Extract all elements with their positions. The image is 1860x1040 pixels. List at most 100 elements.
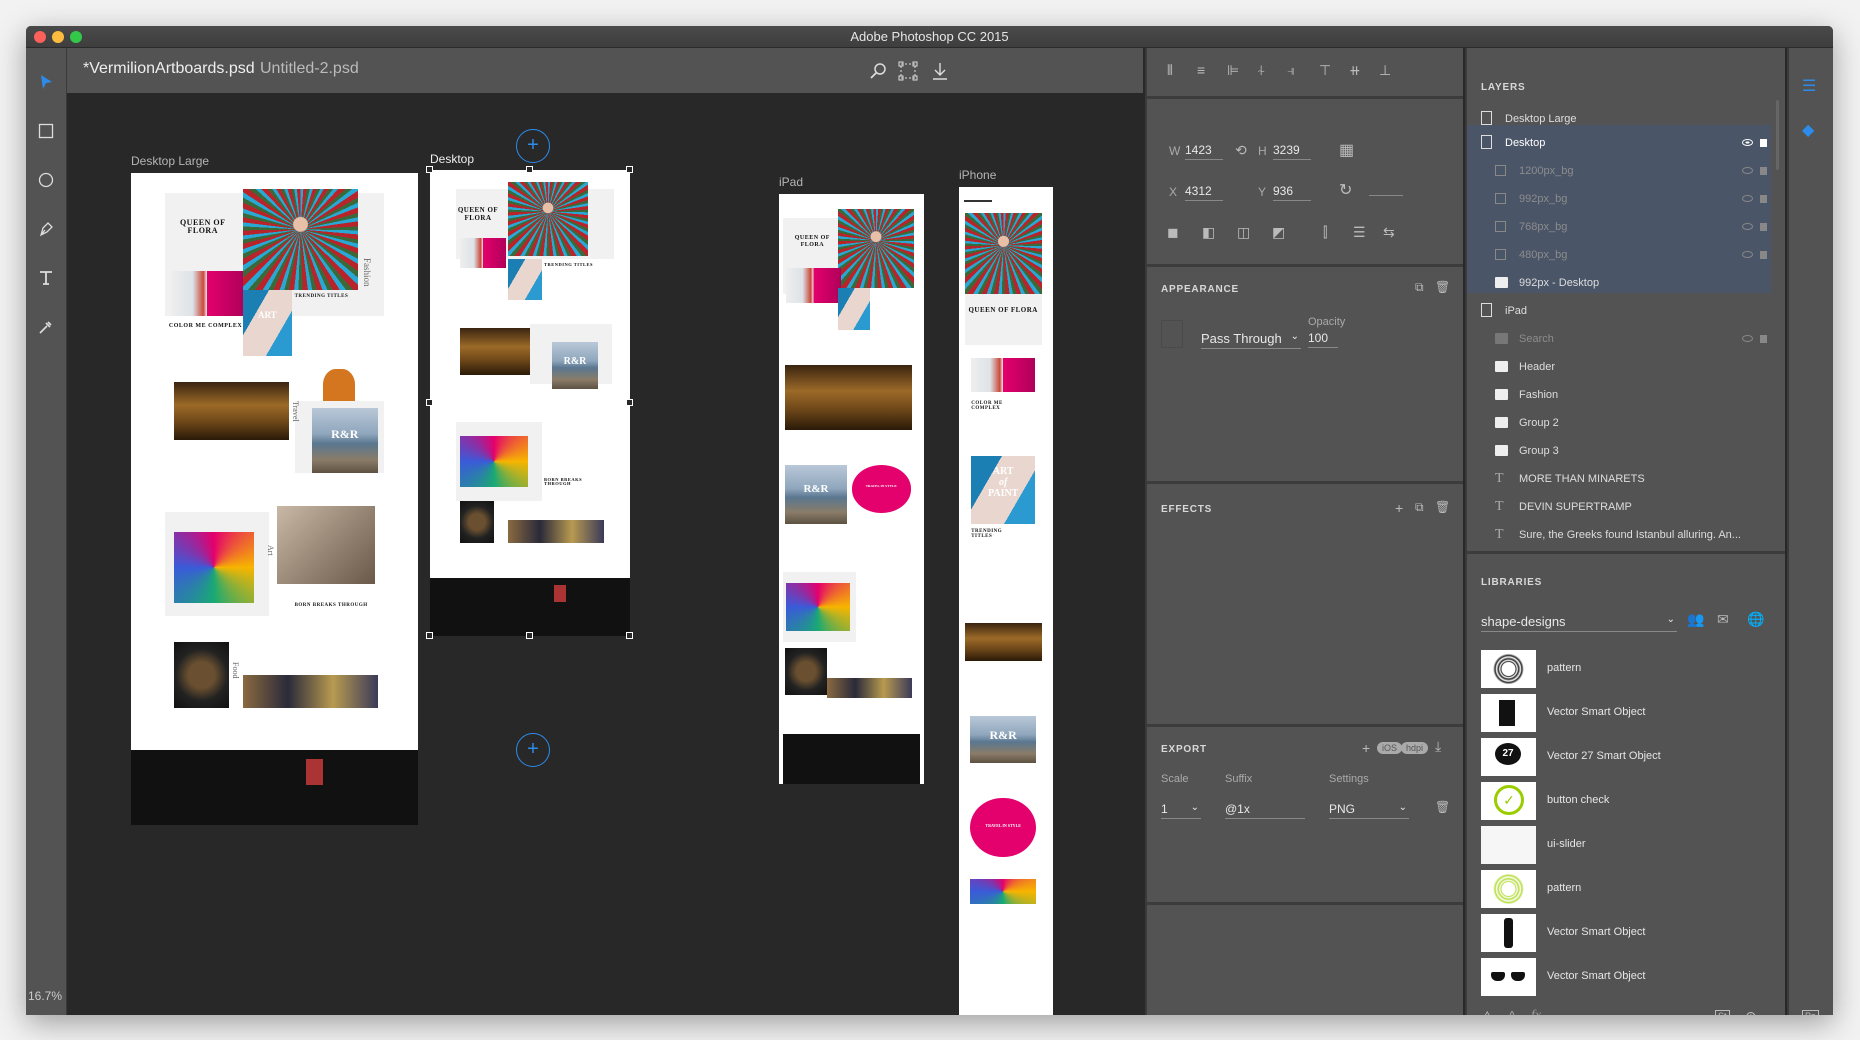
visibility-eye-icon[interactable]: [1742, 335, 1753, 342]
artboard-label-desktop-large[interactable]: Desktop Large: [131, 154, 209, 168]
resize-handle[interactable]: [426, 632, 433, 639]
pen-tool-icon[interactable]: [34, 217, 58, 241]
properties-panel-icon[interactable]: ☰: [1802, 76, 1816, 96]
adobe-stock-icon[interactable]: St: [1715, 1010, 1730, 1015]
suffix-field[interactable]: @1x: [1225, 802, 1305, 819]
artboard-desktop-large[interactable]: QUEEN OF FLORA COLOR ME COMPLEX ART TREN…: [131, 173, 418, 825]
align-bottom-icon[interactable]: ⊥: [1379, 62, 1391, 79]
resize-handle[interactable]: [426, 399, 433, 406]
align-right-icon[interactable]: ⫣: [1287, 62, 1295, 79]
ios-badge[interactable]: iOS: [1377, 742, 1402, 754]
layer-sure-the-greeks[interactable]: TSure, the Greeks found Istanbul allurin…: [1467, 521, 1771, 549]
opacity-field[interactable]: 100: [1308, 331, 1338, 348]
photoshop-icon[interactable]: Ps: [1802, 1010, 1819, 1015]
unite-shapes-icon[interactable]: ◼: [1167, 224, 1179, 241]
canvas-area[interactable]: Desktop Large QUEEN OF FLORA COLOR ME CO…: [67, 93, 1143, 1015]
artboard-label-desktop[interactable]: Desktop: [430, 152, 474, 166]
align-left-icon[interactable]: ⊫: [1227, 62, 1239, 79]
resize-handle[interactable]: [526, 166, 533, 173]
flip-vertical-icon[interactable]: ☰: [1353, 224, 1366, 241]
layer-devin-supertramp[interactable]: TDEVIN SUPERTRAMP: [1467, 493, 1771, 521]
align-horizontal-centers-icon[interactable]: ≡: [1197, 62, 1205, 78]
rotation-field[interactable]: [1369, 195, 1403, 196]
library-item[interactable]: Vector Smart Object: [1481, 958, 1775, 998]
library-item[interactable]: Vector Smart Object: [1481, 694, 1775, 734]
creative-cloud-icon[interactable]: ⊛: [1745, 1008, 1757, 1015]
layer-992px-desktop[interactable]: 992px - Desktop: [1467, 269, 1771, 297]
lock-icon[interactable]: [1760, 335, 1767, 343]
visibility-eye-icon[interactable]: [1742, 223, 1753, 230]
library-item[interactable]: ✓button check: [1481, 782, 1775, 822]
intersect-shapes-icon[interactable]: ◫: [1237, 224, 1250, 241]
scale-select[interactable]: 1⌄: [1161, 802, 1201, 819]
align-center-icon[interactable]: ⍭: [1257, 62, 1265, 79]
layer-search[interactable]: Search: [1467, 325, 1771, 353]
add-character-style-icon[interactable]: A: [1507, 1008, 1517, 1015]
add-artboard-top-button[interactable]: +: [516, 129, 550, 163]
subtract-shapes-icon[interactable]: ◧: [1202, 224, 1215, 241]
flip-horizontal-icon[interactable]: ⫿: [1323, 224, 1327, 241]
align-middle-icon[interactable]: ⧺: [1349, 62, 1361, 79]
ellipse-tool-icon[interactable]: [34, 168, 58, 192]
layer-more-than-minarets[interactable]: TMORE THAN MINARETS: [1467, 465, 1771, 493]
artboard-icon[interactable]: [897, 60, 919, 82]
layer-768px-bg[interactable]: 768px_bg: [1467, 213, 1771, 241]
resize-handle[interactable]: [626, 632, 633, 639]
collaborate-icon[interactable]: 👥: [1687, 611, 1704, 628]
y-field[interactable]: 936: [1273, 184, 1311, 201]
layer-header[interactable]: Header: [1467, 353, 1771, 381]
library-select[interactable]: shape-designs⌄: [1481, 614, 1677, 632]
resize-handle[interactable]: [526, 632, 533, 639]
align-left-edges-icon[interactable]: ⫴: [1167, 62, 1173, 79]
type-tool-icon[interactable]: [34, 266, 58, 290]
eyedropper-tool-icon[interactable]: [34, 315, 58, 339]
artboard-desktop[interactable]: QUEEN OF FLORA TRENDING TITLES R&R BORN …: [430, 170, 630, 636]
lock-icon[interactable]: [1760, 139, 1767, 147]
delete-export-icon[interactable]: 🗑: [1435, 800, 1450, 814]
format-select[interactable]: PNG⌄: [1329, 802, 1409, 819]
layer-992px-bg[interactable]: 992px_bg: [1467, 185, 1771, 213]
copy-icon[interactable]: ⧉: [1415, 280, 1424, 295]
export-download-icon[interactable]: ⤓: [1435, 738, 1441, 755]
artboard-iphone[interactable]: QUEEN OF FLORA COLOR ME COMPLEX ARTofPAI…: [959, 187, 1053, 1015]
trash-icon[interactable]: 🗑: [1435, 500, 1450, 514]
align-top-icon[interactable]: ⊤: [1319, 62, 1331, 79]
add-layer-style-icon[interactable]: fx: [1531, 1008, 1541, 1015]
move-tool-icon[interactable]: [34, 70, 58, 94]
zoom-button[interactable]: [70, 31, 82, 43]
layer-desktop[interactable]: Desktop: [1467, 129, 1771, 157]
library-item[interactable]: ui-slider: [1481, 826, 1775, 866]
library-item[interactable]: pattern: [1481, 870, 1775, 910]
globe-icon[interactable]: 🌐: [1747, 611, 1764, 628]
resize-handle[interactable]: [626, 399, 633, 406]
lock-icon[interactable]: [1760, 167, 1767, 175]
tab-vermilion-artboards[interactable]: *VermilionArtboards.psd: [83, 60, 255, 78]
copy-icon[interactable]: ⧉: [1415, 500, 1424, 515]
add-export-icon[interactable]: +: [1362, 740, 1370, 756]
mail-icon[interactable]: ✉: [1717, 611, 1729, 628]
artboard-label-ipad[interactable]: iPad: [779, 175, 803, 189]
height-field[interactable]: 3239: [1273, 143, 1311, 160]
trash-icon[interactable]: 🗑: [1435, 280, 1450, 294]
library-item[interactable]: 27Vector 27 Smart Object: [1481, 738, 1775, 778]
resize-handle[interactable]: [626, 166, 633, 173]
download-icon[interactable]: [929, 60, 951, 82]
hdpi-badge[interactable]: hdpi: [1401, 742, 1428, 754]
zoom-level[interactable]: 16.7%: [28, 989, 62, 1003]
layer-group-2[interactable]: Group 2: [1467, 409, 1771, 437]
tab-untitled-2[interactable]: Untitled-2.psd: [260, 60, 359, 78]
x-field[interactable]: 4312: [1185, 184, 1223, 201]
layer-fashion[interactable]: Fashion: [1467, 381, 1771, 409]
artboard-label-iphone[interactable]: iPhone: [959, 168, 996, 182]
visibility-eye-icon[interactable]: [1742, 167, 1753, 174]
layers-panel-icon[interactable]: ◆: [1802, 120, 1814, 140]
artboard-ipad[interactable]: QUEEN OF FLORA R&R TRAVEL IN STYLE: [779, 194, 924, 784]
layer-1200px-bg[interactable]: 1200px_bg: [1467, 157, 1771, 185]
swap-icon[interactable]: ⇆: [1383, 224, 1395, 241]
link-dimensions-icon[interactable]: ⟲: [1235, 142, 1247, 159]
minimize-button[interactable]: [52, 31, 64, 43]
add-effect-icon[interactable]: +: [1395, 500, 1403, 516]
lock-icon[interactable]: [1760, 195, 1767, 203]
close-button[interactable]: [34, 31, 46, 43]
layer-480px-bg[interactable]: 480px_bg: [1467, 241, 1771, 269]
